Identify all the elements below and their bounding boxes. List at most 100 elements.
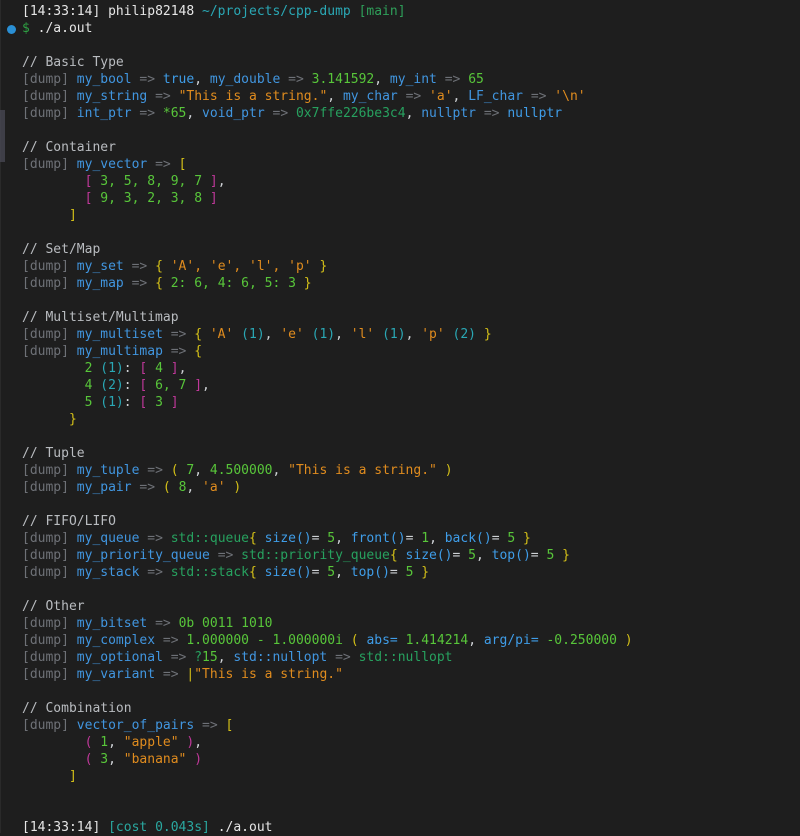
- vector-values: 9, 3, 2, 3, 8: [100, 191, 203, 206]
- var-name: int_ptr: [76, 106, 132, 121]
- bracket-open: [: [225, 718, 234, 733]
- dump-line-my-set: [dump] my_set => { 'A', 'e', 'l', 'p' }: [22, 258, 800, 275]
- scrollbar-thumb[interactable]: [0, 110, 5, 162]
- arrow: =>: [155, 89, 171, 104]
- prompt-symbol: $: [22, 21, 30, 36]
- multiset-count: (2): [452, 327, 477, 342]
- footer-line: [14:33:14] [cost 0.043s] ./a.out: [22, 819, 800, 836]
- brace-open: {: [249, 531, 257, 546]
- var-name: my_pair: [76, 480, 132, 495]
- arrow: =>: [131, 276, 148, 291]
- var-name: nullptr: [421, 106, 477, 121]
- left-gutter: [0, 0, 14, 833]
- var-name: my_bool: [76, 72, 132, 87]
- var-name: my_tuple: [76, 463, 140, 478]
- member-fn: back(): [444, 531, 492, 546]
- multimap-row: 5 (1): [ 3 ]: [84, 395, 179, 410]
- optional-marker: ?: [194, 650, 203, 665]
- var-value: *65: [162, 106, 187, 121]
- row-trailing-comma: ,: [202, 378, 210, 393]
- multimap-row: 4 (2): [ 6, 7 ],: [84, 378, 210, 393]
- brace-close: }: [562, 548, 570, 563]
- bracket-close: ]: [68, 769, 77, 784]
- dump-line-my-string: [dump] my_string => "This is a string.",…: [22, 89, 586, 104]
- dump-tag: [dump]: [22, 565, 69, 580]
- var-name: std::nullopt: [233, 650, 328, 665]
- section-heading-fifo-lifo: // FIFO/LIFO: [22, 514, 116, 529]
- member-fn: top(): [491, 548, 531, 563]
- var-name: my_map: [76, 276, 124, 291]
- arrow: =>: [530, 89, 547, 104]
- dump-tag: [dump]: [22, 616, 69, 631]
- dump-line-my-optional: [dump] my_optional => ?15, std::nullopt …: [22, 650, 453, 665]
- member-value: 5: [507, 531, 516, 546]
- dump-tag: [dump]: [22, 259, 69, 274]
- var-name: my_bitset: [76, 616, 148, 631]
- vector-values: 3, 5, 8, 9, 7: [100, 174, 203, 189]
- complex-operator: -: [256, 633, 265, 648]
- arrow: =>: [139, 72, 156, 87]
- dump-tag: [dump]: [22, 106, 69, 121]
- pair-value: 3: [100, 752, 109, 767]
- brace-open: {: [155, 259, 163, 274]
- command-running-indicator-icon: [7, 25, 16, 34]
- var-value: 0b 0011 1010: [178, 616, 273, 631]
- var-value: 65: [468, 72, 484, 87]
- set-items: 'A', 'e', 'l', 'p': [170, 259, 312, 274]
- command-line[interactable]: $ ./a.out: [22, 20, 800, 37]
- bracket-close: ]: [170, 361, 179, 376]
- section-heading-tuple: // Tuple: [22, 446, 85, 461]
- dump-line-my-bitset: [dump] my_bitset => 0b 0011 1010: [22, 615, 800, 632]
- abs-value: 1.414214: [405, 633, 469, 648]
- section-heading-set-map: // Set/Map: [22, 242, 101, 257]
- var-name: my_complex: [76, 633, 156, 648]
- dump-tag: [dump]: [22, 531, 69, 546]
- vector-row: [ 9, 3, 2, 3, 8 ]: [22, 190, 800, 207]
- abs-label: abs=: [366, 633, 398, 648]
- member-fn: size(): [405, 548, 453, 563]
- dump-tag: [dump]: [22, 463, 69, 478]
- var-name: my_stack: [76, 565, 140, 580]
- brace-open: {: [194, 344, 203, 359]
- var-name: my_string: [76, 89, 148, 104]
- dump-tag: [dump]: [22, 667, 69, 682]
- dump-line-my-bool: [dump] my_bool => true, my_double => 3.1…: [22, 72, 484, 87]
- member-value: 5: [327, 531, 336, 546]
- member-value: 1: [421, 531, 430, 546]
- multiset-key: 'e': [280, 327, 304, 342]
- arrow: =>: [131, 259, 148, 274]
- dump-tag: [dump]: [22, 276, 69, 291]
- dump-tag: [dump]: [22, 480, 69, 495]
- arrow: =>: [170, 344, 187, 359]
- arrow: =>: [147, 463, 163, 478]
- arrow: =>: [147, 531, 163, 546]
- member-fn: top(): [350, 565, 390, 580]
- type-name: std::queue: [170, 531, 250, 546]
- prompt-path: ~/projects/cpp-dump: [202, 4, 351, 19]
- type-name: std::priority_queue: [241, 548, 390, 563]
- arrow: =>: [272, 106, 289, 121]
- arrow: =>: [288, 72, 304, 87]
- multiset-count: (1): [241, 327, 265, 342]
- multimap-count: (2): [100, 378, 124, 393]
- variant-value: "This is a string.": [194, 667, 343, 682]
- equals: =: [389, 565, 398, 580]
- section-heading-basic-type: // Basic Type: [22, 55, 124, 70]
- brace-close: }: [303, 276, 312, 291]
- var-value: true: [162, 72, 195, 87]
- map-items: 2: 6, 4: 6, 5: 3: [170, 276, 296, 291]
- var-value: std::nullopt: [358, 650, 453, 665]
- paren-open: (: [350, 633, 359, 648]
- prompt-time: [14:33:14]: [22, 4, 101, 19]
- multiset-count: (1): [382, 327, 406, 342]
- multimap-values: 3: [155, 395, 163, 410]
- var-name: my_queue: [76, 531, 140, 546]
- terminal-window: [14:33:14] philip82148 ~/projects/cpp-du…: [0, 0, 800, 836]
- pair-value: 'a': [202, 480, 226, 495]
- arrow: =>: [147, 565, 163, 580]
- paren-close: ): [233, 480, 242, 495]
